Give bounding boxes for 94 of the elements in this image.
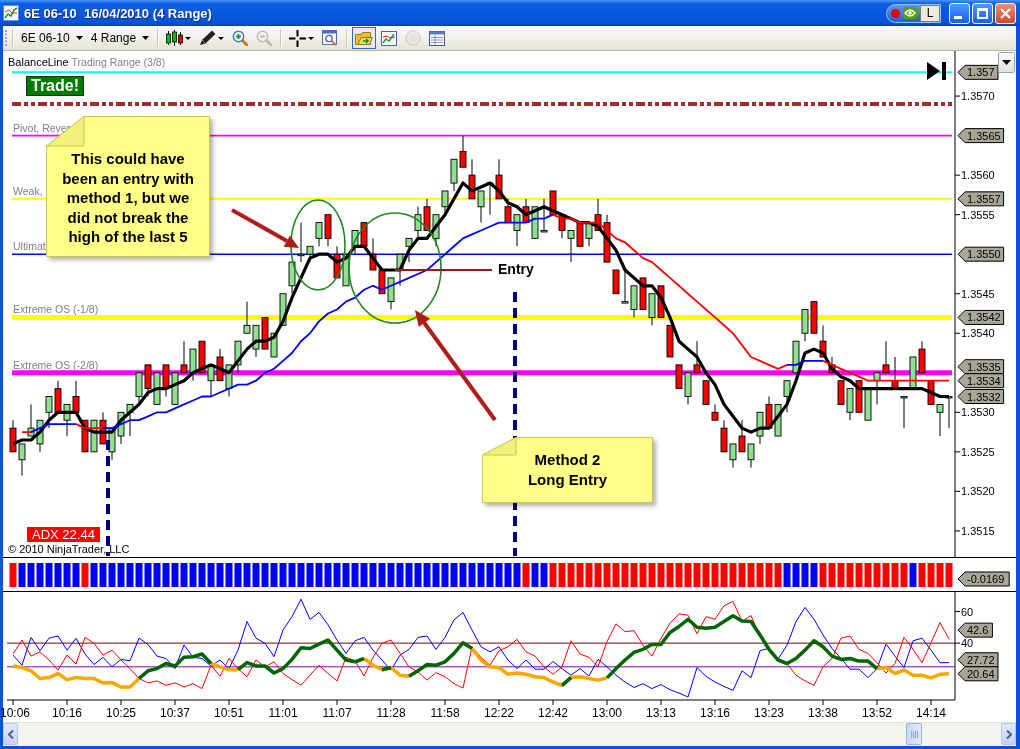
level-label: Weak, (13, 184, 43, 198)
minimize-button[interactable] (949, 2, 970, 24)
window-magnifier-icon (322, 30, 339, 46)
time-label: 10:25 (106, 706, 136, 720)
axis-label: 1.3555 (961, 208, 995, 221)
time-label: 10:51 (214, 706, 244, 720)
caret-icon (218, 36, 225, 40)
pointer-arrow (231, 208, 299, 248)
chevron-left-icon (7, 729, 14, 739)
trade-signal: Trade! (26, 76, 84, 96)
candle (666, 324, 674, 358)
copyright-text: © 2010 NinjaTrader, LLC (8, 543, 130, 556)
axis-label: 40 (961, 637, 974, 650)
time-label: 11:01 (268, 706, 298, 720)
price-tag: 1.3535 (957, 359, 1005, 375)
time-label: 14:14 (916, 706, 946, 720)
chart-icon (3, 5, 19, 21)
axis-label: 1.3525 (961, 445, 995, 458)
price-tag: 1.3534 (957, 373, 1005, 389)
skip-to-end-icon[interactable] (927, 62, 946, 80)
time-label: 10:16 (52, 706, 82, 720)
line-chart-icon (381, 30, 398, 46)
eye-icon (903, 7, 917, 19)
scroll-right-button[interactable] (1001, 723, 1016, 745)
value-tag: -0.0169 (957, 571, 1010, 587)
time-label: 12:22 (484, 706, 514, 720)
caret-icon (75, 36, 83, 40)
level-label: Extreme OS (-2/8) (13, 358, 99, 372)
close-icon (1000, 7, 1011, 19)
axis-label: 1.3530 (961, 406, 995, 419)
instrument-dropdown[interactable]: 6E 06-10 (17, 28, 87, 48)
axis-label: 1.3515 (961, 524, 995, 537)
status-dot-icon (891, 8, 900, 18)
maximize-button[interactable] (972, 2, 993, 24)
time-label: 13:23 (754, 706, 784, 720)
axis-label: 1.3560 (961, 169, 995, 182)
value-tag: 20.64 (957, 666, 999, 682)
axis-label: 1.3545 (961, 287, 995, 300)
level-label: Pivot, Rever (13, 121, 71, 135)
caret-icon (308, 36, 315, 40)
caret-icon (142, 36, 150, 40)
interval-dropdown[interactable]: 4 Range (86, 28, 154, 48)
grip-lines-icon (910, 730, 918, 738)
price-tag: 1.3542 (957, 309, 1005, 325)
price-tag: 1.3550 (957, 246, 1005, 262)
price-tag: 1.3565 (957, 128, 1005, 144)
minimize-icon (954, 15, 962, 19)
candlestick-icon (166, 30, 184, 46)
panel-menu-button[interactable] (998, 52, 1015, 73)
price-tag: 1.3557 (957, 191, 1005, 207)
sticky-note: Method 2 Long Entry (482, 437, 653, 503)
grip-icon[interactable] (5, 29, 8, 47)
value-tag: 42.6 (957, 622, 993, 638)
window-title: 6E 06-10 16/04/2010 (4 Range) (24, 5, 213, 21)
zoom-out-icon (256, 30, 273, 46)
scroll-thumb[interactable] (906, 723, 922, 745)
axis-label: 1.3540 (961, 327, 995, 340)
pen-icon (199, 30, 217, 46)
price-tag: 1.357 (957, 64, 999, 80)
indicator-label: BalanceLine (8, 56, 69, 69)
time-label: 13:38 (808, 706, 838, 720)
caret-icon (185, 36, 192, 40)
table-icon (429, 30, 446, 46)
axis-label: 1.3520 (961, 485, 995, 498)
time-label: 13:16 (700, 706, 730, 720)
time-label: 10:37 (160, 706, 190, 720)
close-button[interactable] (995, 2, 1016, 24)
tray-button[interactable]: L (920, 4, 940, 22)
zoom-in-icon (232, 30, 249, 46)
time-label: 11:58 (430, 706, 460, 720)
time-label: 13:00 (592, 706, 622, 720)
folder-icon (355, 30, 374, 46)
candle (900, 396, 908, 429)
scroll-left-button[interactable] (3, 723, 18, 745)
level-label: Extreme OS (-1/8) (13, 303, 99, 317)
price-tag: 1.3532 (957, 389, 1005, 404)
time-label: 13:13 (646, 706, 676, 720)
axis-label: 1.3570 (961, 90, 995, 103)
maximize-icon (977, 7, 988, 19)
level-label: Ultimat (13, 240, 46, 254)
chevron-right-icon (1005, 729, 1012, 739)
entry-label: Entry (498, 261, 534, 277)
level-label: Trading Range (3/8) (71, 56, 166, 69)
time-label: 13:52 (862, 706, 892, 720)
time-label: 12:42 (538, 706, 568, 720)
data-series-button[interactable] (352, 27, 377, 49)
crosshair-icon (289, 29, 307, 47)
caret-icon (1002, 60, 1011, 65)
time-label: 11:07 (322, 706, 352, 720)
axis-label: 60 (961, 605, 974, 618)
adx-readout: ADX 22.44 (27, 527, 100, 542)
time-label: 11:28 (376, 706, 406, 720)
value-tag: 27.72 (957, 652, 999, 668)
coin-icon (405, 30, 422, 46)
